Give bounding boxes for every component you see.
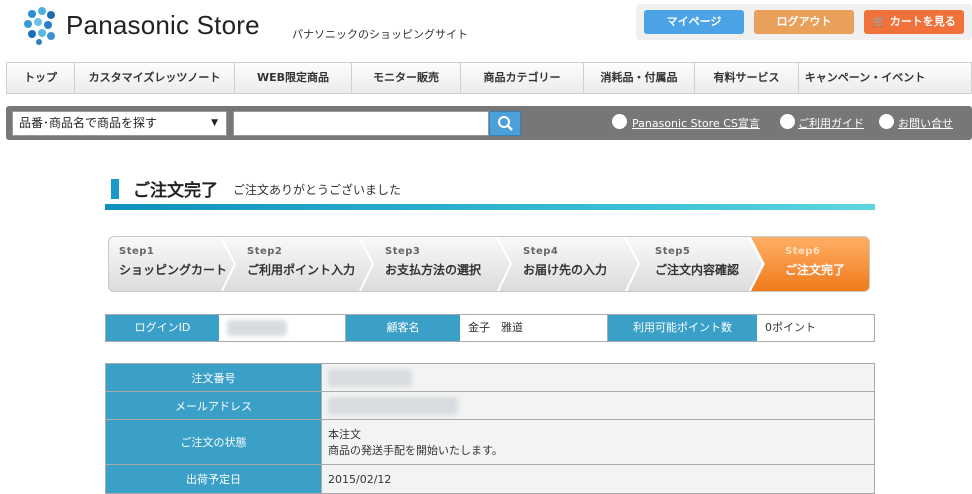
nav-item-web-limited[interactable]: WEB限定商品 [235, 63, 352, 93]
available-points-value: 0ポイント [757, 315, 874, 341]
store-logo[interactable]: Panasonic Store パナソニックのショッピングサイト [22, 6, 468, 46]
step-6-active: Step6 ご注文完了 [751, 237, 869, 291]
cs-declaration-icon [612, 114, 627, 129]
logout-button[interactable]: ログアウト [754, 10, 854, 34]
table-row: ご注文の状態 本注文 商品の発送手配を開始いたします。 [106, 420, 874, 465]
order-status-label: ご注文の状態 [106, 420, 322, 464]
contact-icon [879, 114, 894, 129]
search-type-select[interactable]: 品番･商品名で商品を探す ▼ [12, 111, 227, 136]
redacted-login-id [227, 320, 287, 336]
step-4: Step4 お届け先の入力 [511, 237, 625, 291]
redacted-order-number [328, 368, 412, 387]
step-3-num: Step3 [385, 246, 421, 257]
customer-name-value: 金子 雅道 [460, 315, 608, 341]
customer-name-label: 顧客名 [346, 315, 460, 341]
redacted-email [328, 396, 458, 415]
step-1-label: ショッピングカート [119, 263, 228, 277]
order-number-label: 注文番号 [106, 364, 322, 391]
step-5: Step5 ご注文内容確認 [639, 237, 749, 291]
header-buttons: マイページ ログアウト 🛒 カートを見る [636, 4, 972, 40]
login-id-label: ログインID [106, 315, 219, 341]
order-details-table: 注文番号 メールアドレス ご注文の状態 本注文 商品の発送手配を開始いたします。… [105, 363, 875, 494]
logo-mark-icon [24, 7, 55, 45]
title-accent-bar [111, 179, 119, 199]
order-status-line1: 本注文 [328, 428, 361, 441]
step-1: Step1 ショッピングカート [109, 237, 227, 291]
order-number-value [322, 364, 874, 391]
step-5-label: ご注文内容確認 [655, 263, 740, 277]
order-status-value: 本注文 商品の発送手配を開始いたします。 [322, 420, 874, 464]
step-5-num: Step5 [655, 246, 691, 257]
email-value [322, 392, 874, 419]
order-status-line2: 商品の発送手配を開始いたします。 [328, 444, 503, 457]
cart-icon: 🛒 [872, 15, 886, 28]
step-2-label: ご利用ポイント入力 [247, 263, 356, 277]
customer-info-table: ログインID 顧客名 金子 雅道 利用可能ポイント数 0ポイント [105, 314, 875, 342]
nav-item-campaign[interactable]: キャンペーン・イベント [799, 63, 931, 93]
view-cart-button[interactable]: 🛒 カートを見る [864, 10, 964, 34]
view-cart-label: カートを見る [889, 15, 956, 28]
search-icon [498, 116, 513, 131]
step-6-label: ご注文完了 [785, 263, 846, 277]
nav-item-customize[interactable]: カスタマイズレッツノート [75, 63, 235, 93]
main-nav: トップ カスタマイズレッツノート WEB限定商品 モニター販売 商品カテゴリー … [6, 62, 972, 94]
guide-link[interactable]: ご利用ガイド [798, 115, 864, 131]
title-underline [105, 204, 875, 210]
email-label: メールアドレス [106, 392, 322, 419]
nav-item-category[interactable]: 商品カテゴリー [461, 63, 584, 93]
step-4-label: お届け先の入力 [523, 263, 608, 277]
table-row: 注文番号 [106, 364, 874, 392]
nav-item-monitor[interactable]: モニター販売 [352, 63, 461, 93]
cs-declaration-link[interactable]: Panasonic Store CS宣言 [632, 115, 760, 131]
checkout-steps: Step6 ご注文完了 Step1 ショッピングカート Step2 ご利用ポイン… [108, 236, 870, 292]
search-input[interactable] [233, 111, 489, 136]
step-2: Step2 ご利用ポイント入力 [235, 237, 359, 291]
logo-subtitle: パナソニックのショッピングサイト [292, 28, 468, 41]
step-6-num: Step6 [785, 246, 821, 257]
page-title: ご注文完了 [133, 181, 218, 201]
logo-text: Panasonic Store [66, 10, 260, 40]
nav-item-top[interactable]: トップ [7, 63, 75, 93]
dropdown-caret-icon: ▼ [211, 118, 218, 128]
page-subtitle: ご注文ありがとうございました [233, 183, 402, 197]
login-id-value [219, 315, 346, 341]
search-bar: 品番･商品名で商品を探す ▼ Panasonic Store CS宣言 ご利用ガ… [6, 106, 972, 140]
mypage-button[interactable]: マイページ [644, 10, 744, 34]
search-type-value: 品番･商品名で商品を探す [19, 116, 158, 130]
ship-date-value: 2015/02/12 [322, 465, 874, 493]
guide-icon [780, 114, 795, 129]
site-header: Panasonic Store パナソニックのショッピングサイト マイページ ロ… [0, 0, 972, 58]
contact-link[interactable]: お問い合せ [898, 115, 953, 131]
nav-item-supplies[interactable]: 消耗品・付属品 [584, 63, 695, 93]
table-row: メールアドレス [106, 392, 874, 420]
step-3: Step3 お支払方法の選択 [373, 237, 497, 291]
step-4-num: Step4 [523, 246, 559, 257]
nav-item-paid-services[interactable]: 有料サービス [695, 63, 799, 93]
ship-date-label: 出荷予定日 [106, 465, 322, 493]
search-button[interactable] [489, 111, 521, 136]
step-3-label: お支払方法の選択 [385, 263, 482, 277]
step-1-num: Step1 [119, 246, 155, 257]
step-2-num: Step2 [247, 246, 283, 257]
available-points-label: 利用可能ポイント数 [608, 315, 757, 341]
table-row: 出荷予定日 2015/02/12 [106, 465, 874, 493]
